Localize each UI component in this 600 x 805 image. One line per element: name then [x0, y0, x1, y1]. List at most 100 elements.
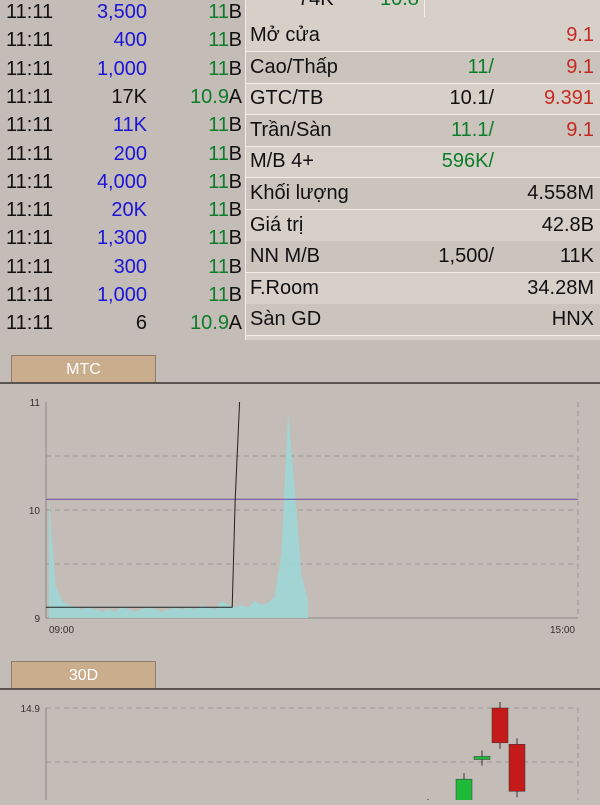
- trade-volume: 200: [113, 142, 147, 165]
- trade-volume: 6: [135, 312, 147, 335]
- stat-mid-value: 11.1/: [451, 118, 494, 141]
- trade-price: 11: [208, 284, 229, 306]
- x-tick-label: 09:00: [49, 625, 74, 636]
- stat-right-value: 9.1: [566, 55, 594, 78]
- trade-side: B: [228, 29, 242, 52]
- intraday-chart-svg: 11 10 9 09:00 15:00: [29, 398, 579, 636]
- trade-row: 11:11 20K 11 B: [0, 196, 245, 224]
- daily-chart: 14.9: [0, 690, 600, 805]
- trade-time: 11:11: [6, 1, 54, 23]
- stat-right-value: 11K: [559, 245, 594, 268]
- trade-time: 11:11: [6, 170, 54, 193]
- trade-price: 11: [208, 29, 229, 52]
- stat-label: Khối lượng: [250, 182, 349, 204]
- x-tick-label: 15:00: [550, 625, 575, 636]
- trade-row: 11:11 3,500 11 B: [0, 0, 245, 26]
- trade-side: B: [228, 284, 242, 306]
- stat-right-value: 9.1: [566, 24, 594, 46]
- stat-row: Giá trị 42.8B: [246, 210, 600, 242]
- stat-mid-value: 596K/: [441, 150, 494, 173]
- trade-volume: 1,000: [96, 284, 147, 306]
- stat-label: NN M/B: [250, 245, 320, 268]
- stat-mid-value: 1,500/: [438, 245, 494, 268]
- trade-volume: 20K: [111, 199, 147, 222]
- trade-row: 11:11 1,000 11 B: [0, 281, 245, 309]
- trade-price: 11: [208, 199, 229, 222]
- trade-time: 11:11: [6, 114, 54, 137]
- trade-price: 10.9: [190, 312, 229, 335]
- trade-row: 11:11 1,000 11 B: [0, 55, 245, 83]
- stat-right-value: 4.558M: [527, 182, 594, 204]
- stat-right-value: 9.1: [566, 118, 594, 141]
- stat-mid-value: 11/: [467, 55, 494, 78]
- trade-side: B: [228, 114, 242, 137]
- trade-side: B: [228, 142, 242, 165]
- trade-volume: 11K: [112, 114, 147, 137]
- trade-side: B: [228, 57, 242, 80]
- stat-row: Cao/Thấp 11/9.1: [246, 51, 600, 84]
- tab-daily[interactable]: 30D: [11, 661, 156, 689]
- trade-side: B: [228, 1, 242, 23]
- stat-row: GTC/TB 10.1/9.391: [246, 83, 600, 116]
- partial-volume: 74K: [298, 0, 334, 11]
- y-tick-label: 10: [29, 506, 41, 517]
- trade-time: 11:11: [6, 255, 54, 278]
- trade-time: 11:11: [6, 142, 54, 165]
- trade-volume: 3,500: [96, 1, 147, 23]
- trade-side: B: [228, 199, 242, 222]
- trade-time: 11:11: [6, 29, 54, 52]
- y-tick-label: 14.9: [21, 704, 41, 715]
- trade-time: 11:11: [6, 312, 54, 335]
- trade-time: 11:11: [6, 85, 54, 108]
- y-tick-label: 9: [34, 614, 40, 625]
- quote-panel: 11:11 3,500 11 B 11:11 400 11 B 11:11 1,000 11 B 11:…: [0, 0, 600, 340]
- trade-row: 11:11 1,300 11 B: [0, 224, 245, 252]
- candle: [455, 778, 473, 805]
- trade-row: 11:11 6 10.9 A: [0, 309, 245, 337]
- y-tick-label: 11: [30, 398, 41, 409]
- trade-time: 11:11: [6, 57, 54, 80]
- stat-label: Cao/Thấp: [250, 55, 338, 78]
- trade-row: 11:11 4,000 11 B: [0, 168, 245, 196]
- stock-stats: Mở cửa 9.1 Cao/Thấp 11/9.1 GTC/TB 10.1/9.391 T…: [246, 0, 600, 340]
- trade-log: 11:11 3,500 11 B 11:11 400 11 B 11:11 1,000 11 B 11:…: [0, 0, 246, 340]
- stat-mid-value: 10.1/: [449, 87, 494, 110]
- price-line: [46, 401, 241, 608]
- daily-chart-svg: 14.9: [21, 702, 579, 805]
- trade-volume: 300: [113, 255, 147, 278]
- trade-side: B: [228, 170, 242, 193]
- stat-right-value: HNX: [551, 308, 594, 331]
- trade-volume: 400: [113, 29, 147, 52]
- trade-side: B: [228, 227, 242, 250]
- stat-right-value: 42.8B: [541, 213, 594, 236]
- tab-intraday[interactable]: MTC: [11, 355, 156, 383]
- trade-price: 10.9: [190, 85, 229, 108]
- trade-side: B: [228, 255, 242, 278]
- trade-price: 11: [208, 227, 229, 250]
- stat-label: GTC/TB: [250, 87, 324, 110]
- stat-right-value: 9.391: [543, 87, 594, 110]
- trade-price: 11: [208, 255, 229, 278]
- trade-row: 11:11 17K 10.9 A: [0, 83, 245, 111]
- trade-side: A: [228, 312, 242, 335]
- candle: [473, 756, 491, 760]
- stat-row: F.Room 34.28M: [246, 273, 600, 305]
- stat-label: Giá trị: [250, 213, 304, 236]
- stat-label: Sàn GD: [250, 308, 322, 331]
- stat-label: F.Room: [250, 276, 319, 299]
- stat-right-value: 34.28M: [527, 276, 594, 299]
- trade-price: 11: [208, 114, 229, 137]
- trade-volume: 17K: [111, 85, 147, 108]
- trade-row: 11:11 200 11 B: [0, 140, 245, 168]
- trade-time: 11:11: [6, 284, 54, 306]
- partial-price: 10.8: [380, 0, 419, 11]
- stat-label: M/B 4+: [250, 150, 314, 173]
- stat-row: Khối lượng 4.558M: [246, 178, 600, 210]
- trade-volume: 1,300: [96, 227, 147, 250]
- trade-volume: 4,000: [96, 170, 147, 193]
- trade-price: 11: [208, 142, 229, 165]
- stat-row: Sàn GD HNX: [246, 304, 600, 337]
- trade-row: 11:11 300 11 B: [0, 253, 245, 281]
- volume-area: [49, 412, 308, 618]
- stat-label: Mở cửa: [250, 24, 320, 46]
